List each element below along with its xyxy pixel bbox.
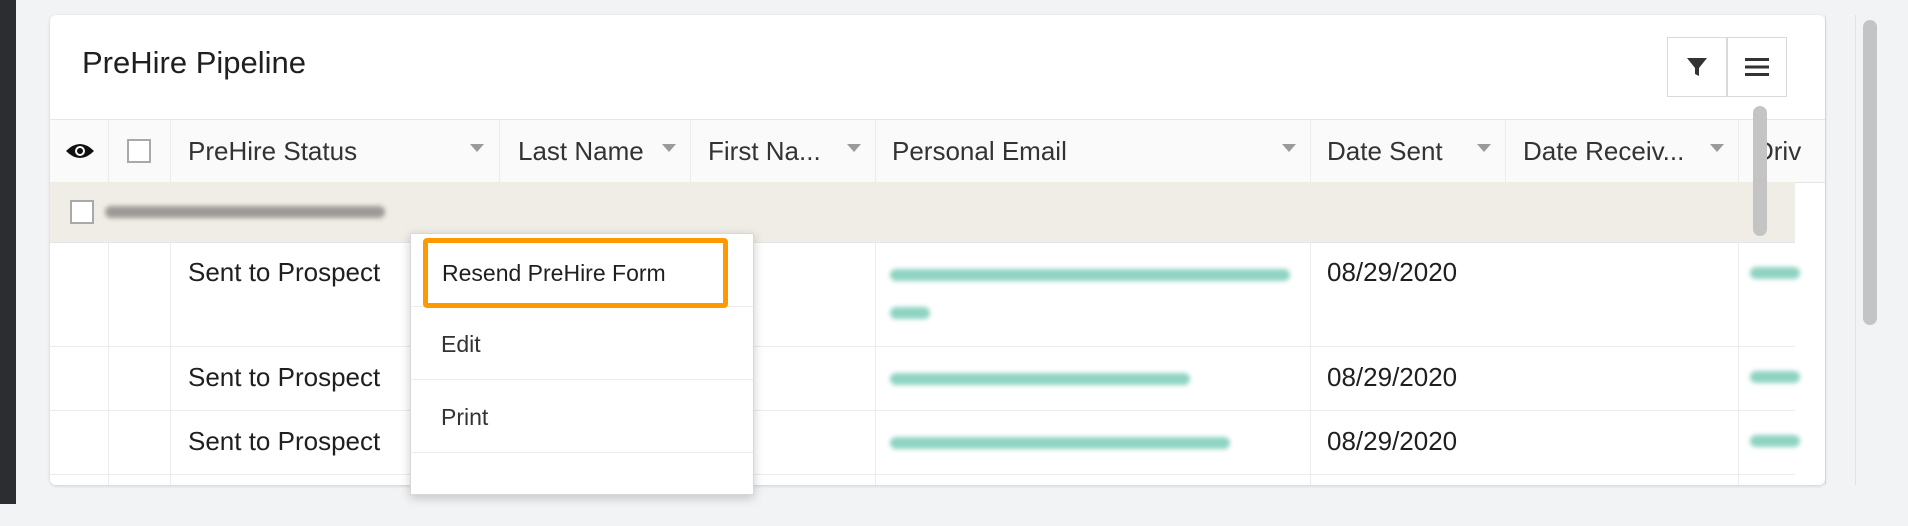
redacted-email [890,373,1190,385]
filter-icon [1687,58,1707,76]
menu-item-label: Resend PreHire Form [442,260,666,286]
select-all-checkbox[interactable] [127,139,151,163]
menu-item-label: Print [441,404,489,430]
column-header-date-sent[interactable]: Date Sent [1327,120,1443,182]
column-menu-caret[interactable] [470,144,484,152]
column-menu-caret[interactable] [847,144,861,152]
redacted-driver [1750,267,1800,279]
redacted-email [890,437,1230,449]
highlighted-menu-item[interactable]: Resend PreHire Form [423,238,728,308]
redacted-group-name [105,206,385,218]
pipeline-grid: PreHire Status Last Name First Na... Per… [50,119,1825,485]
column-header-label: PreHire Status [188,135,358,166]
column-header-last-name[interactable]: Last Name [518,120,644,182]
menu-item-more[interactable] [411,453,753,526]
column-header-label: First Na... [708,135,821,166]
column-header-label: Last Name [518,135,644,166]
column-header-prehire-status[interactable]: PreHire Status [188,120,357,182]
group-row[interactable] [50,182,1795,243]
column-menu-caret[interactable] [662,144,676,152]
menu-item-label: Edit [441,331,481,357]
filter-button[interactable] [1667,37,1727,97]
table-row[interactable]: Sent to Prospect 08/29/2020 [50,411,1800,475]
table-row[interactable] [50,475,1795,485]
grid-menu-button[interactable] [1727,37,1787,97]
column-menu-caret[interactable] [1282,144,1296,152]
cell-prehire-status: Sent to Prospect [188,362,381,392]
redacted-driver [1750,435,1800,447]
pane-divider [1825,15,1826,485]
redacted-email [890,307,930,319]
redacted-driver [1750,371,1800,383]
menu-item-edit[interactable]: Edit [411,307,753,380]
cell-date-sent: 08/29/2020 [1327,257,1458,287]
grid-header: PreHire Status Last Name First Na... Per… [50,119,1825,183]
table-row[interactable]: Sent to Prospect 08/29/2020 [50,243,1800,347]
cell-date-sent: 08/29/2020 [1327,426,1458,456]
column-header-first-name[interactable]: First Na... [708,120,821,182]
page-scrollbar[interactable] [1863,20,1877,325]
column-header-personal-email[interactable]: Personal Email [892,120,1067,182]
menu-item-print[interactable]: Print [411,380,753,453]
column-header-label: Date Receiv... [1523,135,1685,166]
eye-icon [66,144,94,158]
column-visibility-toggle[interactable] [65,120,95,182]
group-checkbox[interactable] [70,200,94,224]
column-menu-caret[interactable] [1710,144,1724,152]
redacted-email [890,269,1290,281]
cell-prehire-status: Sent to Prospect [188,257,381,287]
grid-scrollbar[interactable] [1753,106,1767,236]
column-header-label: Date Sent [1327,135,1443,166]
pane-divider [1855,15,1856,485]
column-header-date-received[interactable]: Date Receiv... [1523,120,1684,182]
column-header-label: Personal Email [892,135,1067,166]
panel-title: PreHire Pipeline [82,45,306,80]
prehire-pipeline-panel: PreHire Pipeline PreHire Status Last Nam… [50,15,1825,485]
menu-icon [1745,58,1769,76]
cell-prehire-status: Sent to Prospect [188,426,381,456]
cell-date-sent: 08/29/2020 [1327,362,1458,392]
app-left-edge [0,0,16,504]
table-row[interactable]: Sent to Prospect 08/29/2020 [50,347,1800,411]
column-menu-caret[interactable] [1477,144,1491,152]
